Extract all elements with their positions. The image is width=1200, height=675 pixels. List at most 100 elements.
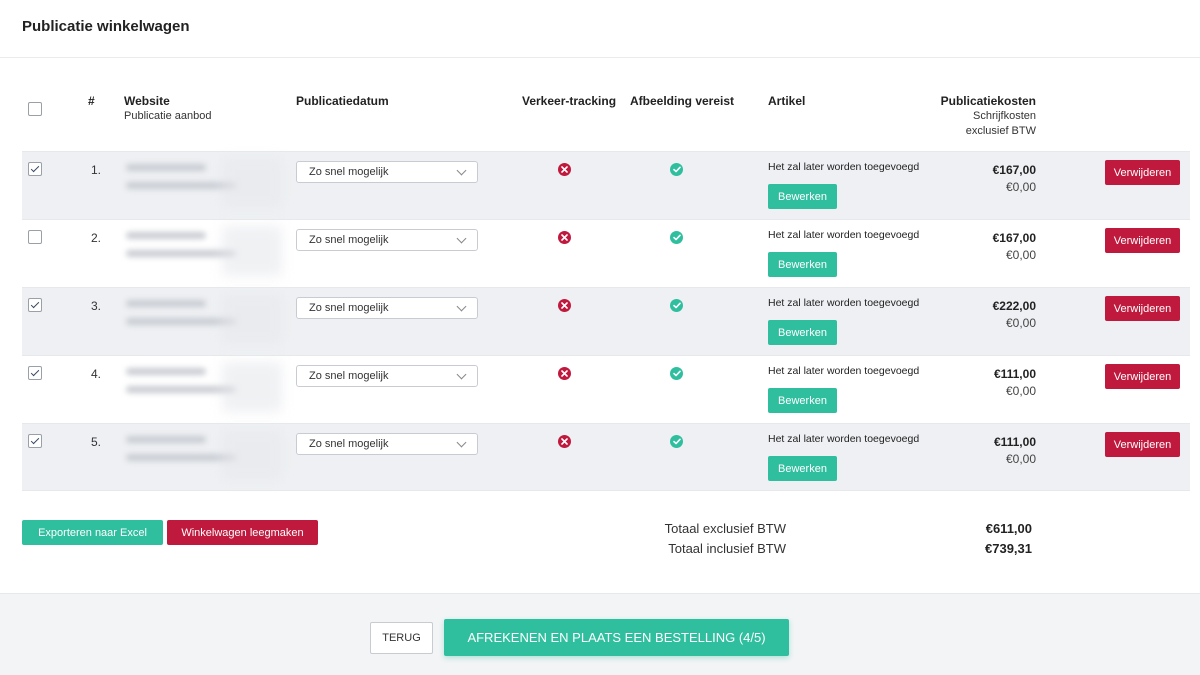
edit-button[interactable]: Bewerken <box>768 184 837 209</box>
chevron-down-icon <box>456 437 467 448</box>
writing-price: €0,00 <box>1005 180 1036 194</box>
row-checkbox[interactable] <box>28 162 42 176</box>
table-row: 2. Zo snel mogelijk Het zal later worden… <box>22 219 1190 287</box>
row-number: 5. <box>90 435 101 449</box>
publication-date-select[interactable]: Zo snel mogelijk <box>296 297 478 319</box>
table-row: 5. Zo snel mogelijk Het zal later worden… <box>22 423 1190 491</box>
remove-button[interactable]: Verwijderen <box>1105 364 1180 389</box>
chevron-down-icon <box>456 369 467 380</box>
chevron-down-icon <box>456 233 467 244</box>
publication-date-value: Zo snel mogelijk <box>309 370 389 382</box>
website-blurred <box>122 430 282 480</box>
row-number: 1. <box>90 163 101 177</box>
website-blurred <box>122 226 282 276</box>
article-status: Het zal later worden toegevoegd <box>768 229 920 241</box>
row-checkbox[interactable] <box>28 366 42 380</box>
article-status: Het zal later worden toegevoegd <box>768 161 920 173</box>
publication-date-value: Zo snel mogelijk <box>309 166 389 178</box>
header-cost: Publicatiekosten Schrijfkosten exclusief… <box>941 94 1036 139</box>
article-status: Het zal later worden toegevoegd <box>768 297 920 309</box>
publication-date-select[interactable]: Zo snel mogelijk <box>296 365 478 387</box>
article-status: Het zal later worden toegevoegd <box>768 365 920 377</box>
edit-button[interactable]: Bewerken <box>768 252 837 277</box>
header-cost-sub2: exclusief BTW <box>965 125 1036 137</box>
total-incl-value: €739,31 <box>985 541 1032 556</box>
header-cost-label: Publicatiekosten <box>940 94 1036 108</box>
price-cell: €111,00 €0,00 <box>994 366 1036 400</box>
row-number: 3. <box>90 299 101 313</box>
publication-date-value: Zo snel mogelijk <box>309 234 389 246</box>
cart-card: Publicatie winkelwagen # Website Publica… <box>0 0 1200 593</box>
table-header: # Website Publicatie aanbod Publicatieda… <box>22 90 1190 150</box>
writing-price: €0,00 <box>1005 316 1036 330</box>
header-cost-sub1: Schrijfkosten <box>973 110 1036 122</box>
check-circle-icon <box>670 163 683 176</box>
header-date: Publicatiedatum <box>296 94 389 108</box>
publication-price: €167,00 <box>992 163 1036 177</box>
check-circle-icon <box>670 435 683 448</box>
total-incl-label: Totaal inclusief BTW <box>668 541 786 556</box>
price-cell: €111,00 €0,00 <box>994 434 1036 468</box>
check-circle-icon <box>670 299 683 312</box>
header-website-label: Website <box>124 94 170 108</box>
price-cell: €167,00 €0,00 <box>993 162 1036 196</box>
cart-table-body: 1. Zo snel mogelijk Het zal later worden… <box>22 151 1190 491</box>
header-num: # <box>88 94 95 108</box>
title-divider <box>0 57 1200 58</box>
header-article: Artikel <box>768 94 806 108</box>
publication-date-select[interactable]: Zo snel mogelijk <box>296 161 478 183</box>
check-circle-icon <box>670 231 683 244</box>
writing-price: €0,00 <box>1005 248 1036 262</box>
back-button[interactable]: TERUG <box>370 622 433 654</box>
header-website: Website Publicatie aanbod <box>124 94 211 124</box>
x-circle-icon <box>558 435 571 448</box>
check-circle-icon <box>670 367 683 380</box>
x-circle-icon <box>558 231 571 244</box>
header-image: Afbeelding vereist <box>630 94 735 108</box>
table-row: 3. Zo snel mogelijk Het zal later worden… <box>22 287 1190 355</box>
website-blurred <box>122 294 282 344</box>
publication-price: €111,00 <box>993 435 1036 449</box>
header-tracking: Verkeer-tracking <box>522 94 617 108</box>
x-circle-icon <box>558 367 571 380</box>
chevron-down-icon <box>456 165 467 176</box>
remove-button[interactable]: Verwijderen <box>1105 160 1180 185</box>
row-checkbox[interactable] <box>28 434 42 448</box>
edit-button[interactable]: Bewerken <box>768 320 837 345</box>
writing-price: €0,00 <box>1005 452 1036 466</box>
total-excl-value: €611,00 <box>985 521 1032 536</box>
remove-button[interactable]: Verwijderen <box>1105 228 1180 253</box>
checkout-button[interactable]: AFREKENEN EN PLAATS EEN BESTELLING (4/5) <box>444 619 789 656</box>
footer-bar: TERUG AFREKENEN EN PLAATS EEN BESTELLING… <box>0 593 1200 675</box>
website-blurred <box>122 158 282 208</box>
export-excel-button[interactable]: Exporteren naar Excel <box>22 520 163 545</box>
publication-price: €222,00 <box>992 299 1036 313</box>
price-cell: €222,00 €0,00 <box>993 298 1036 332</box>
publication-date-select[interactable]: Zo snel mogelijk <box>296 229 478 251</box>
website-blurred <box>122 362 282 412</box>
chevron-down-icon <box>456 301 467 312</box>
writing-price: €0,00 <box>1005 384 1036 398</box>
row-number: 4. <box>90 367 101 381</box>
publication-price: €167,00 <box>992 231 1036 245</box>
price-cell: €167,00 €0,00 <box>993 230 1036 264</box>
publication-date-value: Zo snel mogelijk <box>309 302 389 314</box>
total-excl-label: Totaal exclusief BTW <box>664 521 786 536</box>
remove-button[interactable]: Verwijderen <box>1105 296 1180 321</box>
empty-cart-button[interactable]: Winkelwagen leegmaken <box>167 520 318 545</box>
publication-date-value: Zo snel mogelijk <box>309 438 389 450</box>
page-title: Publicatie winkelwagen <box>22 18 190 35</box>
row-checkbox[interactable] <box>28 230 42 244</box>
article-status: Het zal later worden toegevoegd <box>768 433 920 445</box>
row-checkbox[interactable] <box>28 298 42 312</box>
publication-price: €111,00 <box>993 367 1036 381</box>
table-row: 4. Zo snel mogelijk Het zal later worden… <box>22 355 1190 423</box>
edit-button[interactable]: Bewerken <box>768 456 837 481</box>
table-row: 1. Zo snel mogelijk Het zal later worden… <box>22 151 1190 219</box>
publication-date-select[interactable]: Zo snel mogelijk <box>296 433 478 455</box>
remove-button[interactable]: Verwijderen <box>1105 432 1180 457</box>
row-number: 2. <box>90 231 101 245</box>
edit-button[interactable]: Bewerken <box>768 388 837 413</box>
header-website-sub: Publicatie aanbod <box>124 110 212 122</box>
x-circle-icon <box>558 163 571 176</box>
